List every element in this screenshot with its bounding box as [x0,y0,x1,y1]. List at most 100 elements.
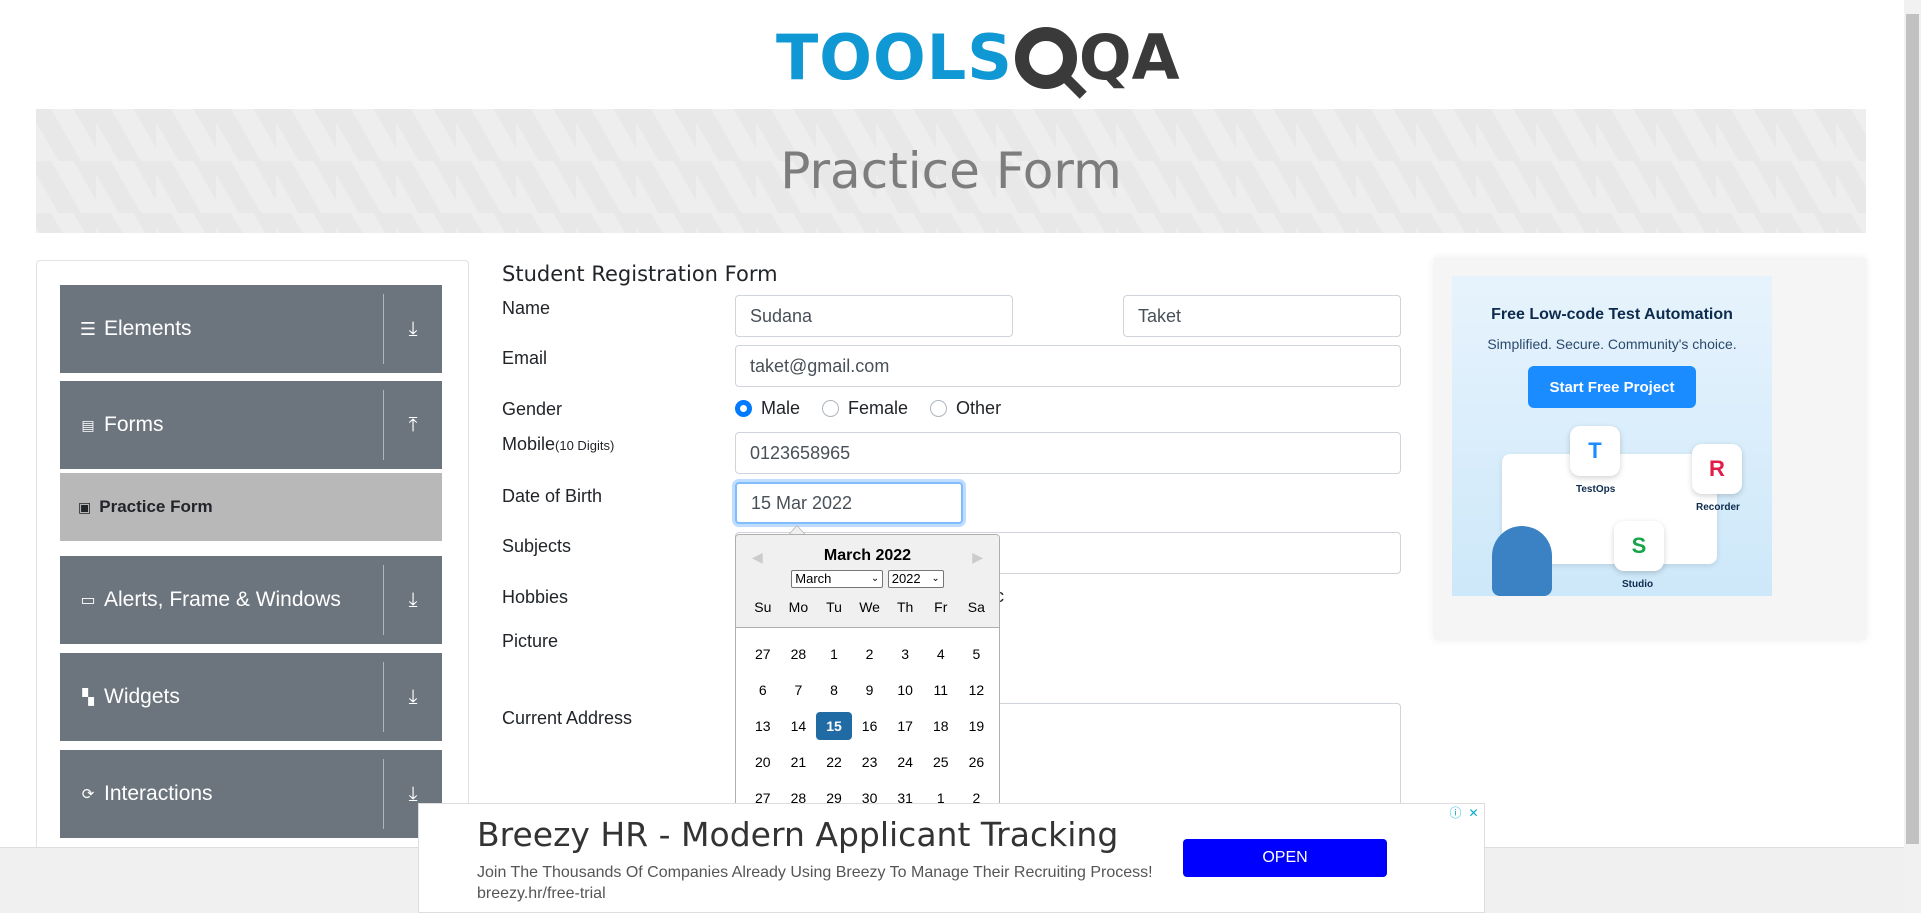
gender-radio-other[interactable]: Other [930,398,1001,419]
down-arrow-icon[interactable]: ⤓ [384,589,442,612]
datepicker-day[interactable]: 12 [959,676,995,704]
mobile-label: Mobile(10 Digits) [502,434,614,455]
interactions-icon: ⟳ [81,786,95,803]
sidebar-item-practice-form[interactable]: ▣ Practice Form [60,473,442,541]
weekday-label: Su [754,599,772,615]
datepicker-day[interactable]: 26 [959,748,995,776]
datepicker-day[interactable]: 27 [745,640,781,668]
datepicker-day[interactable]: 8 [816,676,852,704]
down-arrow-icon[interactable]: ⤓ [384,686,442,709]
recorder-icon: R [1692,444,1742,494]
ad-info-icon[interactable]: ⓘ [1447,804,1464,821]
bottom-advertisement[interactable]: Breezy HR - Modern Applicant Tracking Jo… [418,803,1485,913]
page-scrollbar[interactable] [1904,0,1921,913]
studio-icon: S [1614,521,1664,571]
sidebar-item-label: Practice Form [99,497,213,516]
datepicker-day[interactable]: 10 [887,676,923,704]
datepicker-day[interactable]: 24 [887,748,923,776]
down-arrow-icon[interactable]: ⤓ [384,318,442,341]
next-month-icon[interactable]: ▶ [972,549,983,566]
datepicker-day[interactable]: 5 [959,640,995,668]
sidebar-group-elements[interactable]: ☰ Elements ⤓ [60,285,442,373]
datepicker-day[interactable]: 28 [781,640,817,668]
datepicker-day[interactable]: 14 [781,712,817,740]
ad-subtitle: Simplified. Secure. Community's choice. [1487,336,1737,352]
chevron-down-icon: ⌄ [931,573,940,584]
datepicker-day-selected[interactable]: 15 [816,712,852,740]
gender-radio-male[interactable]: Male [735,398,800,419]
sidebar-group-alerts[interactable]: ▭ Alerts, Frame & Windows ⤓ [60,556,442,644]
logo-qa-text: QA [1078,21,1180,94]
radio-label: Male [761,398,801,418]
datepicker-day[interactable]: 13 [745,712,781,740]
weekday-label: Tu [826,599,842,615]
datepicker-day[interactable]: 23 [852,748,888,776]
datepicker-day[interactable]: 7 [781,676,817,704]
sidebar-group-label: Elements [104,317,192,340]
weekday-label: Th [897,599,914,615]
datepicker-day[interactable]: 16 [852,712,888,740]
ad-start-button[interactable]: Start Free Project [1528,366,1696,408]
first-name-input[interactable]: Sudana [735,295,1013,337]
bottom-ad-title[interactable]: Breezy HR - Modern Applicant Tracking [477,815,1118,854]
close-icon[interactable]: ✕ [1465,804,1482,821]
year-select[interactable]: 2022 ⌄ [887,570,944,588]
page-title: Practice Form [780,142,1122,200]
gender-radio-female[interactable]: Female [822,398,908,419]
datepicker-day[interactable]: 2 [852,640,888,668]
document-icon: ▤ [81,416,95,433]
month-select[interactable]: March ⌄ [791,570,884,588]
datepicker-day[interactable]: 18 [923,712,959,740]
datepicker-day[interactable]: 1 [816,640,852,668]
weekday-label: We [859,599,880,615]
datepicker-day[interactable]: 19 [959,712,995,740]
datepicker-day[interactable]: 11 [923,676,959,704]
gender-label: Gender [502,399,563,419]
sidebar-group-label: Forms [104,413,164,436]
datepicker-week-row: 6 7 8 9 10 11 12 [745,672,994,708]
ad-tile-label: Recorder [1696,502,1740,513]
datepicker-day-grid: 27 28 1 2 3 4 5 6 7 8 9 10 11 12 13 14 15 16 17 18 19 20 21 22 2… [745,636,994,816]
testops-icon: T [1570,426,1620,476]
email-input[interactable]: taket@gmail.com [735,345,1401,387]
weekday-label: Mo [788,599,809,615]
last-name-input[interactable]: Taket [1123,295,1401,337]
sidebar-group-label: Widgets [104,685,180,708]
chevron-down-icon: ⌄ [870,573,880,584]
datepicker-day[interactable]: 17 [887,712,923,740]
sidebar-group-label: Interactions [104,782,213,805]
sidebar-group-widgets[interactable]: ▚ Widgets ⤓ [60,653,442,741]
datepicker-day[interactable]: 3 [887,640,923,668]
sidebar-group-forms[interactable]: ▤ Forms ⤒ [60,381,442,469]
datepicker-day[interactable]: 21 [781,748,817,776]
dob-input[interactable]: 15 Mar 2022 [735,482,963,524]
logo-gear-icon [1014,27,1077,89]
ad-tile-label: Studio [1622,579,1654,590]
ad-title: Free Low-code Test Automation [1491,306,1733,323]
sidebar-group-interactions[interactable]: ⟳ Interactions ⤓ [60,750,442,838]
radio-label: Female [848,398,909,418]
name-label: Name [502,298,551,318]
mobile-label-text: Mobile [502,434,556,454]
datepicker-day[interactable]: 20 [745,748,781,776]
sidebar-advertisement[interactable]: Free Low-code Test Automation Simplified… [1434,258,1866,640]
bottom-ad-open-button[interactable]: OPEN [1183,839,1387,877]
datepicker-selects: March ⌄ 2022 ⌄ [736,570,999,588]
mobile-input[interactable]: 0123658965 [735,432,1401,474]
up-arrow-icon[interactable]: ⤒ [384,414,442,437]
ad-card[interactable]: Free Low-code Test Automation Simplified… [1452,276,1772,596]
hobbies-label: Hobbies [502,587,569,607]
datepicker-day[interactable]: 9 [852,676,888,704]
datepicker-day[interactable]: 22 [816,748,852,776]
radio-unchecked-icon [822,400,840,417]
toolsqa-logo[interactable]: TOOLS QA [776,18,1180,98]
datepicker-day[interactable]: 6 [745,676,781,704]
window-icon: ▭ [80,592,96,609]
datepicker-month-title: March 2022 [823,547,912,564]
datepicker-day[interactable]: 25 [923,748,959,776]
scrollbar-thumb[interactable] [1906,14,1919,844]
radio-checked-icon [735,400,752,417]
datepicker-day[interactable]: 4 [923,640,959,668]
logo-tools-text: TOOLS [776,21,1013,94]
form-icon: ▣ [78,498,92,515]
